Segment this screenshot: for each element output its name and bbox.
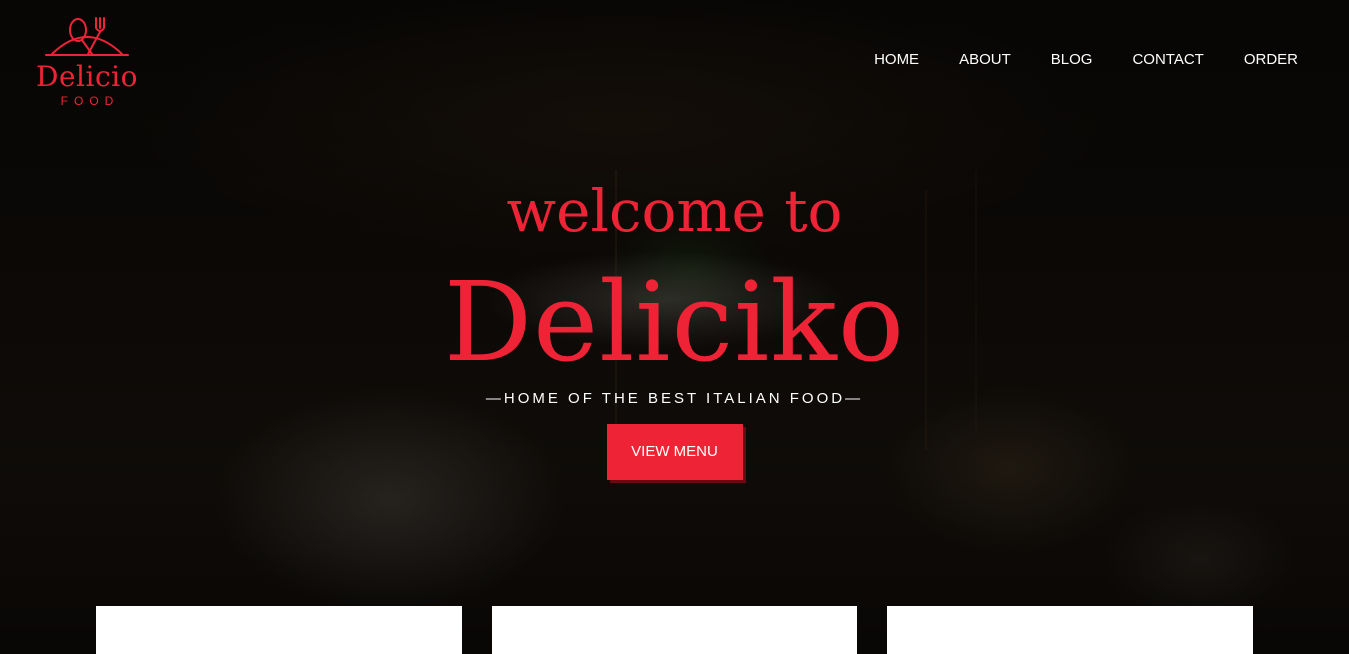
hero-content: welcome to Deliciko —HOME OF THE BEST IT…	[0, 178, 1349, 480]
nav-item-contact[interactable]: CONTACT	[1132, 50, 1203, 70]
view-menu-button[interactable]: VIEW MENU	[606, 424, 743, 480]
nav-item-blog[interactable]: BLOG	[1051, 50, 1093, 70]
hero-section: Delicio FOOD HOME ABOUT BLOG CONTACT ORD…	[0, 0, 1349, 654]
main-nav: HOME ABOUT BLOG CONTACT ORDER	[874, 50, 1298, 70]
feature-card	[887, 606, 1253, 654]
hero-welcome-text: welcome to	[506, 177, 843, 245]
nav-item-home[interactable]: HOME	[874, 50, 919, 70]
feature-cards	[96, 606, 1253, 654]
logo-name: Delicio	[36, 60, 138, 93]
site-logo[interactable]: Delicio FOOD	[32, 14, 142, 108]
plate-cutlery-icon	[45, 17, 129, 56]
hero-tagline: —HOME OF THE BEST ITALIAN FOOD—	[485, 390, 864, 407]
hero-brand-title: Deliciko	[443, 258, 906, 386]
feature-card	[96, 606, 462, 654]
feature-card	[492, 606, 857, 654]
nav-item-order[interactable]: ORDER	[1244, 50, 1298, 70]
logo-subtitle: FOOD	[60, 94, 120, 108]
nav-item-about[interactable]: ABOUT	[959, 50, 1011, 70]
